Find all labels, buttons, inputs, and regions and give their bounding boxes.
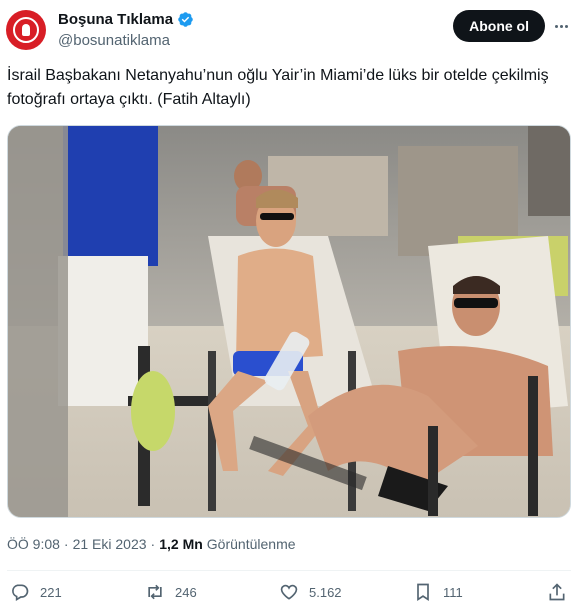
- display-name[interactable]: Boşuna Tıklama: [58, 11, 173, 28]
- reply-icon: [12, 584, 29, 601]
- follow-button[interactable]: Abone ol: [453, 10, 545, 42]
- repost-icon: [148, 584, 162, 600]
- divider: [7, 570, 571, 571]
- views-label: Görüntülenme: [206, 536, 296, 552]
- bookmark-icon: [417, 583, 429, 602]
- action-bar: 221 246 5.162 111: [10, 582, 570, 608]
- reply-button[interactable]: 221: [10, 582, 62, 602]
- repost-count: 246: [175, 584, 197, 600]
- repost-button[interactable]: 246: [145, 582, 197, 602]
- name-row: Boşuna Tıklama: [58, 11, 194, 28]
- cursor-hand-icon: [13, 17, 39, 43]
- like-count: 5.162: [309, 584, 342, 600]
- tweet-time[interactable]: ÖÖ 9:08: [7, 536, 60, 552]
- share-button[interactable]: [547, 582, 567, 602]
- share-icon: [549, 583, 565, 601]
- tweet-header: Boşuna Tıklama @bosunatiklama Abone ol: [6, 10, 571, 52]
- tweet-meta: ÖÖ 9:08 · 21 Eki 2023 · 1,2 Mn Görüntüle…: [7, 536, 296, 552]
- more-options-icon[interactable]: [551, 16, 571, 36]
- tweet-text: İsrail Başbakanı Netanyahu’nun oğlu Yair…: [7, 67, 549, 108]
- reply-count: 221: [40, 584, 62, 600]
- bookmark-count: 111: [443, 584, 463, 600]
- heart-icon: [280, 584, 298, 600]
- meta-separator: ·: [150, 536, 156, 552]
- bookmark-button[interactable]: 111: [413, 582, 463, 602]
- tweet-date[interactable]: 21 Eki 2023: [73, 536, 147, 552]
- views-count: 1,2 Mn: [159, 536, 203, 552]
- avatar[interactable]: [6, 10, 46, 50]
- verified-badge-icon: [178, 12, 193, 27]
- like-button[interactable]: 5.162: [279, 582, 342, 602]
- photo-image: [8, 126, 570, 517]
- handle[interactable]: @bosunatiklama: [58, 32, 170, 49]
- meta-separator: ·: [63, 536, 69, 552]
- tweet-photo[interactable]: [7, 125, 571, 518]
